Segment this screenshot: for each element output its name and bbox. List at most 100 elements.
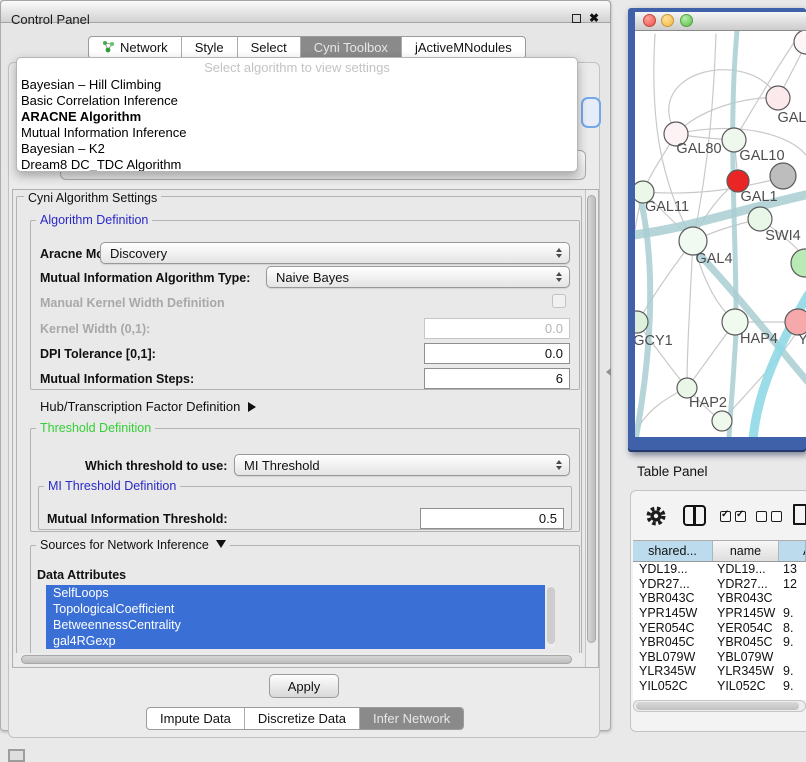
column-header[interactable]: A xyxy=(779,541,806,561)
scrollbar-thumb[interactable] xyxy=(21,655,572,664)
table-cell: 9. xyxy=(779,679,806,693)
network-node-label: GAL xyxy=(777,110,806,126)
scrollbar-thumb[interactable] xyxy=(587,195,596,643)
scrollbar-thumb[interactable] xyxy=(547,587,555,644)
focused-button-fragment[interactable] xyxy=(581,97,601,128)
network-edge[interactable] xyxy=(687,241,693,386)
algorithm-option[interactable]: Bayesian – K2 xyxy=(17,141,577,157)
network-node[interactable] xyxy=(766,86,790,110)
column-header[interactable]: name xyxy=(713,541,779,561)
table-row[interactable]: YDR27...YDR27...12 xyxy=(633,577,806,592)
network-node-label: Y xyxy=(798,332,806,348)
table-row[interactable]: YLR345WYLR345W9. xyxy=(633,664,806,679)
attribute-item[interactable]: gal4RGexp xyxy=(46,633,545,649)
manual-kernel-label: Manual Kernel Width Definition xyxy=(40,296,225,310)
table-row[interactable]: YIL052CYIL052C9. xyxy=(633,679,806,694)
combo-stepper-icon xyxy=(556,248,562,258)
gear-icon[interactable] xyxy=(645,505,667,527)
settings-vertical-scrollbar[interactable] xyxy=(585,190,598,667)
tab-label: Infer Network xyxy=(373,711,450,726)
mi-threshold-value: 0.5 xyxy=(539,511,557,526)
table-cell: YDR27... xyxy=(633,577,713,591)
panel-divider-arrow[interactable] xyxy=(606,368,611,376)
float-window-icon[interactable] xyxy=(572,14,581,23)
attribute-item[interactable]: SelfLoops xyxy=(46,585,545,601)
minimized-panel-icon[interactable] xyxy=(8,749,25,762)
data-attributes-label: Data Attributes xyxy=(37,568,126,582)
attributes-scrollbar[interactable] xyxy=(547,586,555,648)
column-header[interactable]: shared... xyxy=(633,541,713,561)
tab-network[interactable]: Network xyxy=(89,37,181,58)
table-row[interactable]: YER054CYER054C8. xyxy=(633,620,806,635)
split-view-icon[interactable] xyxy=(683,505,706,526)
manual-kernel-checkbox[interactable] xyxy=(552,294,566,308)
network-node[interactable] xyxy=(712,411,732,431)
table-row[interactable]: YBL079WYBL079W xyxy=(633,650,806,665)
scrollbar-thumb[interactable] xyxy=(636,702,799,710)
close-button[interactable] xyxy=(643,14,656,27)
algorithm-option[interactable]: Basic Correlation Inference xyxy=(17,93,577,109)
control-panel-titlebar: Control Panel ✖ xyxy=(0,0,611,23)
tab-impute-data[interactable]: Impute Data xyxy=(147,708,244,729)
algorithm-option[interactable]: ARACNE Algorithm xyxy=(17,109,577,125)
window-title: Control Panel xyxy=(11,12,90,27)
combo-stepper-icon xyxy=(556,460,562,470)
network-node[interactable] xyxy=(791,249,806,277)
kernel-width-field[interactable]: 0.0 xyxy=(424,318,570,339)
settings-horizontal-scrollbar[interactable] xyxy=(14,653,583,666)
minimize-button[interactable] xyxy=(661,14,674,27)
table-row[interactable]: YBR045CYBR045C9. xyxy=(633,635,806,650)
table-horizontal-scrollbar[interactable] xyxy=(633,700,806,712)
dpi-tolerance-field[interactable]: 0.0 xyxy=(424,343,570,364)
algorithm-option[interactable]: Mutual Information Inference xyxy=(17,125,577,141)
aracne-mode-combo[interactable]: Discovery xyxy=(100,242,570,264)
tab-cyni-toolbox[interactable]: Cyni Toolbox xyxy=(300,37,401,58)
threshold-definition-title: Threshold Definition xyxy=(36,421,155,435)
mi-threshold-group-title: MI Threshold Definition xyxy=(44,479,180,493)
which-threshold-combo[interactable]: MI Threshold xyxy=(234,454,570,476)
table-cell: 9. xyxy=(779,635,806,649)
tab-jactivemnodules[interactable]: jActiveMNodules xyxy=(401,37,525,58)
network-node-label: GAL4 xyxy=(695,251,732,267)
sources-group-toggle[interactable]: Sources for Network Inference xyxy=(36,538,230,552)
hub-definition-toggle[interactable]: Hub/Transcription Factor Definition xyxy=(40,399,256,414)
close-icon[interactable]: ✖ xyxy=(589,11,599,25)
tab-select[interactable]: Select xyxy=(237,37,300,58)
network-node[interactable] xyxy=(770,163,796,189)
cyni-settings-group-title: Cyni Algorithm Settings xyxy=(24,191,161,205)
table-row[interactable]: YBR043CYBR043C xyxy=(633,591,806,606)
select-all-columns-icon[interactable] xyxy=(720,511,746,522)
algorithm-option[interactable]: Bayesian – Hill Climbing xyxy=(17,77,577,93)
tab-label: jActiveMNodules xyxy=(415,40,512,55)
table-row[interactable]: YPR145WYPR145W9. xyxy=(633,606,806,621)
mi-threshold-field[interactable]: 0.5 xyxy=(420,508,564,529)
algorithm-dropdown: Select algorithm to view settings Bayesi… xyxy=(16,57,578,172)
table-cell: YLR345W xyxy=(633,664,713,678)
network-node[interactable] xyxy=(635,311,648,333)
tab-infer-network[interactable]: Infer Network xyxy=(359,708,463,729)
document-icon[interactable] xyxy=(793,504,806,525)
network-edge[interactable] xyxy=(669,70,778,134)
table-row[interactable]: YDL19...YDL19...13 xyxy=(633,562,806,577)
table-cell: YDR27... xyxy=(713,577,779,591)
table-cell: YIL052C xyxy=(633,679,713,693)
network-canvas[interactable]: GALGAL80GAL10GAL1GAL11SWI4GAL4YHAP4GCY1H… xyxy=(635,31,806,437)
attribute-item[interactable]: TopologicalCoefficient xyxy=(46,601,545,617)
which-threshold-label: Which threshold to use: xyxy=(85,459,227,473)
network-node[interactable] xyxy=(794,31,806,54)
checked-checkbox-icon xyxy=(720,511,731,522)
algorithm-option[interactable]: Dream8 DC_TDC Algorithm xyxy=(17,157,577,172)
attribute-item[interactable]: BetweennessCentrality xyxy=(46,617,545,633)
algorithm-definition-title: Algorithm Definition xyxy=(36,213,152,227)
combo-stepper-icon xyxy=(556,272,562,282)
tab-label: Cyni Toolbox xyxy=(314,40,388,55)
tab-discretize-data[interactable]: Discretize Data xyxy=(244,708,359,729)
apply-button[interactable]: Apply xyxy=(269,674,339,698)
table-rows: YDL19...YDL19...13YDR27...YDR27...12YBR0… xyxy=(633,562,806,700)
mi-steps-field[interactable]: 6 xyxy=(424,368,570,389)
mi-type-combo[interactable]: Naive Bayes xyxy=(266,266,570,288)
tab-style[interactable]: Style xyxy=(181,37,237,58)
zoom-button[interactable] xyxy=(680,14,693,27)
network-canvas-svg: GALGAL80GAL10GAL1GAL11SWI4GAL4YHAP4GCY1H… xyxy=(635,31,806,437)
deselect-all-columns-icon[interactable] xyxy=(756,511,782,522)
